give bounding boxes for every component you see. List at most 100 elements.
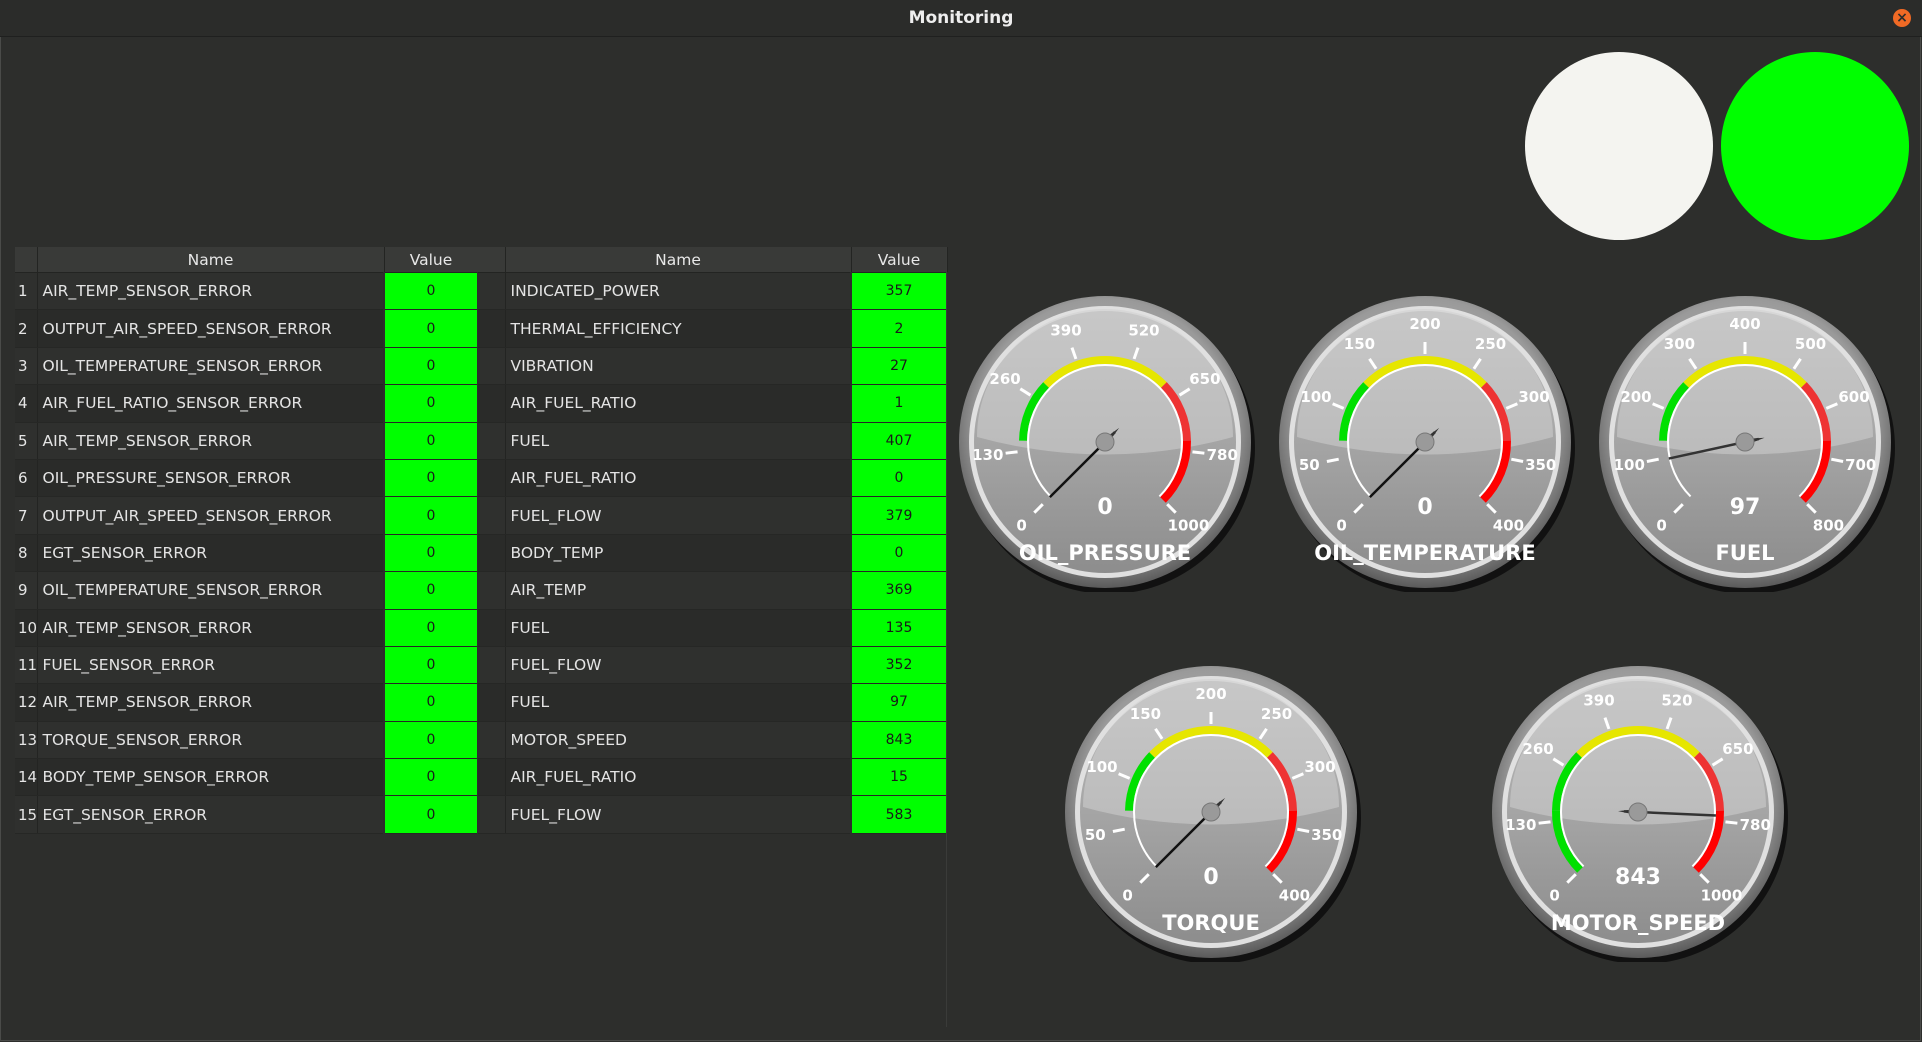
table-row[interactable]: 4 AIR_FUEL_RATIO_SENSOR_ERROR 0 <box>15 384 479 423</box>
sensor-name-cell[interactable]: OIL_TEMPERATURE_SENSOR_ERROR <box>37 571 384 610</box>
table-row[interactable]: FUEL 97 <box>478 683 948 722</box>
metric-value-cell[interactable]: 843 <box>850 721 948 760</box>
metric-value-cell[interactable]: 379 <box>850 496 948 535</box>
sensor-name-cell[interactable]: AIR_TEMP_SENSOR_ERROR <box>37 683 384 722</box>
metric-name-cell[interactable]: INDICATED_POWER <box>505 272 851 311</box>
metric-name-cell[interactable]: FUEL_FLOW <box>505 496 851 535</box>
table-row[interactable]: INDICATED_POWER 357 <box>478 272 948 311</box>
close-icon[interactable]: × <box>1893 9 1911 27</box>
column-header-value[interactable]: Value <box>851 247 948 273</box>
column-header-name[interactable]: Name <box>505 247 852 273</box>
table-row[interactable]: 14 BODY_TEMP_SENSOR_ERROR 0 <box>15 758 479 797</box>
metric-name-cell[interactable]: FUEL <box>505 609 851 647</box>
metric-name-cell[interactable]: VIBRATION <box>505 347 851 386</box>
sensor-value-cell[interactable]: 0 <box>383 272 479 311</box>
table-row[interactable]: MOTOR_SPEED 843 <box>478 721 948 760</box>
table-row[interactable]: VIBRATION 27 <box>478 347 948 386</box>
metric-name-cell[interactable]: FUEL <box>505 422 851 460</box>
metric-value-cell[interactable]: 369 <box>850 571 948 610</box>
metric-name-cell[interactable]: AIR_FUEL_RATIO <box>505 459 851 498</box>
sensor-value-cell[interactable]: 0 <box>383 795 479 834</box>
metric-name-cell[interactable]: FUEL <box>505 683 851 722</box>
metric-value-cell[interactable]: 0 <box>850 534 948 573</box>
table-row[interactable]: 7 OUTPUT_AIR_SPEED_SENSOR_ERROR 0 <box>15 496 479 535</box>
metric-name-cell[interactable]: MOTOR_SPEED <box>505 721 851 760</box>
gauge-oil-pressure: 0 130 260 390 520 650 780 1000 0 OIL_PRESSURE <box>955 292 1255 592</box>
table-row[interactable]: FUEL_FLOW 379 <box>478 496 948 535</box>
table-row[interactable]: 3 OIL_TEMPERATURE_SENSOR_ERROR 0 <box>15 347 479 386</box>
table-row[interactable]: FUEL_FLOW 583 <box>478 795 948 834</box>
table-row[interactable]: THERMAL_EFFICIENCY 2 <box>478 309 948 348</box>
sensor-value-cell[interactable]: 0 <box>383 534 479 573</box>
sensor-name-cell[interactable]: OUTPUT_AIR_SPEED_SENSOR_ERROR <box>37 309 384 348</box>
sensor-name-cell[interactable]: EGT_SENSOR_ERROR <box>37 534 384 573</box>
sensor-value-cell[interactable]: 0 <box>383 309 479 348</box>
sensor-value-cell[interactable]: 0 <box>383 646 479 685</box>
table-row[interactable]: 8 EGT_SENSOR_ERROR 0 <box>15 534 479 573</box>
table-row[interactable]: FUEL_FLOW 352 <box>478 646 948 685</box>
table-row[interactable]: AIR_FUEL_RATIO 1 <box>478 384 948 423</box>
metric-value-cell[interactable]: 357 <box>850 272 948 311</box>
metric-value-cell[interactable]: 135 <box>850 609 948 647</box>
sensor-value-cell[interactable]: 0 <box>383 571 479 610</box>
sensor-value-cell[interactable]: 0 <box>383 496 479 535</box>
table-row[interactable]: 6 OIL_PRESSURE_SENSOR_ERROR 0 <box>15 459 479 498</box>
sensor-name-cell[interactable]: TORQUE_SENSOR_ERROR <box>37 721 384 760</box>
column-header-name[interactable]: Name <box>37 247 385 273</box>
metric-name-cell[interactable]: AIR_FUEL_RATIO <box>505 384 851 423</box>
table-row[interactable]: BODY_TEMP 0 <box>478 534 948 573</box>
sensor-name-cell[interactable]: OIL_PRESSURE_SENSOR_ERROR <box>37 459 384 498</box>
table-row[interactable]: 5 AIR_TEMP_SENSOR_ERROR 0 <box>15 422 479 460</box>
gauge-value: 0 <box>1417 495 1432 520</box>
metric-value-cell[interactable]: 583 <box>850 795 948 834</box>
sensor-name-cell[interactable]: AIR_TEMP_SENSOR_ERROR <box>37 422 384 460</box>
table-row[interactable]: 10 AIR_TEMP_SENSOR_ERROR 0 <box>15 609 479 647</box>
metric-value-cell[interactable]: 352 <box>850 646 948 685</box>
column-header-value[interactable]: Value <box>384 247 479 273</box>
table-row[interactable]: 1 AIR_TEMP_SENSOR_ERROR 0 <box>15 272 479 311</box>
sensor-value-cell[interactable]: 0 <box>383 384 479 423</box>
metric-value-cell[interactable]: 0 <box>850 459 948 498</box>
sensor-name-cell[interactable]: BODY_TEMP_SENSOR_ERROR <box>37 758 384 797</box>
metric-name-cell[interactable]: AIR_TEMP <box>505 571 851 610</box>
table-row[interactable]: AIR_FUEL_RATIO 0 <box>478 459 948 498</box>
metric-value-cell[interactable]: 407 <box>850 422 948 460</box>
metric-name-cell[interactable]: AIR_FUEL_RATIO <box>505 758 851 797</box>
table-row[interactable]: 12 AIR_TEMP_SENSOR_ERROR 0 <box>15 683 479 722</box>
sensor-value-cell[interactable]: 0 <box>383 422 479 460</box>
metric-name-cell[interactable]: BODY_TEMP <box>505 534 851 573</box>
sensor-value-cell[interactable]: 0 <box>383 459 479 498</box>
sensor-name-cell[interactable]: AIR_TEMP_SENSOR_ERROR <box>37 272 384 311</box>
table-row[interactable]: 9 OIL_TEMPERATURE_SENSOR_ERROR 0 <box>15 571 479 610</box>
table-row[interactable]: FUEL 407 <box>478 422 948 460</box>
table-row[interactable]: AIR_TEMP 369 <box>478 571 948 610</box>
row-index: 4 <box>15 384 38 423</box>
table-row[interactable]: FUEL 135 <box>478 609 948 647</box>
sensor-value-cell[interactable]: 0 <box>383 347 479 386</box>
table-row[interactable]: 15 EGT_SENSOR_ERROR 0 <box>15 795 479 834</box>
metric-value-cell[interactable]: 97 <box>850 683 948 722</box>
table-row[interactable]: 11 FUEL_SENSOR_ERROR 0 <box>15 646 479 685</box>
sensor-name-cell[interactable]: AIR_TEMP_SENSOR_ERROR <box>37 609 384 647</box>
metric-value-cell[interactable]: 2 <box>850 309 948 348</box>
sensor-value-cell[interactable]: 0 <box>383 721 479 760</box>
table-row[interactable]: AIR_FUEL_RATIO 15 <box>478 758 948 797</box>
sensor-name-cell[interactable]: OIL_TEMPERATURE_SENSOR_ERROR <box>37 347 384 386</box>
metric-name-cell[interactable]: THERMAL_EFFICIENCY <box>505 309 851 348</box>
tick-label: 130 <box>972 446 1003 464</box>
sensor-value-cell[interactable]: 0 <box>383 758 479 797</box>
metric-name-cell[interactable]: FUEL_FLOW <box>505 795 851 834</box>
sensor-name-cell[interactable]: EGT_SENSOR_ERROR <box>37 795 384 834</box>
metric-value-cell[interactable]: 15 <box>850 758 948 797</box>
sensor-name-cell[interactable]: AIR_FUEL_RATIO_SENSOR_ERROR <box>37 384 384 423</box>
sensor-name-cell[interactable]: OUTPUT_AIR_SPEED_SENSOR_ERROR <box>37 496 384 535</box>
sensor-value-cell[interactable]: 0 <box>383 683 479 722</box>
metric-value-cell[interactable]: 27 <box>850 347 948 386</box>
metric-value-cell[interactable]: 1 <box>850 384 948 423</box>
tick-label: 390 <box>1050 322 1081 340</box>
table-row[interactable]: 2 OUTPUT_AIR_SPEED_SENSOR_ERROR 0 <box>15 309 479 348</box>
table-row[interactable]: 13 TORQUE_SENSOR_ERROR 0 <box>15 721 479 760</box>
metric-name-cell[interactable]: FUEL_FLOW <box>505 646 851 685</box>
sensor-name-cell[interactable]: FUEL_SENSOR_ERROR <box>37 646 384 685</box>
sensor-value-cell[interactable]: 0 <box>383 609 479 647</box>
